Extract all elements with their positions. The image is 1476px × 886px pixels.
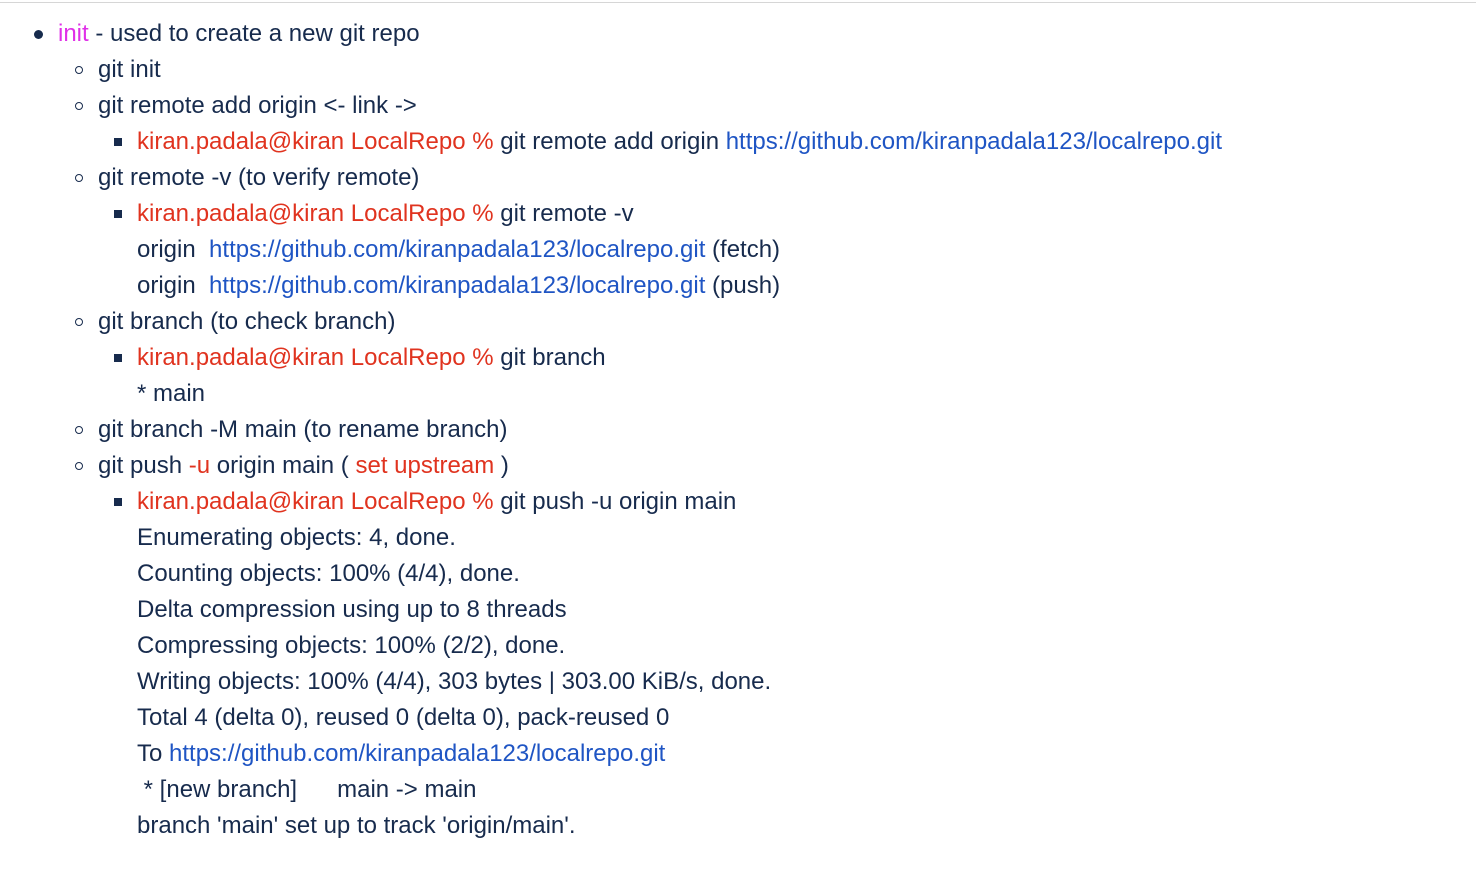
terminal-prompt: kiran.padala@kiran LocalRepo %: [137, 344, 494, 371]
bullet-square: [114, 210, 122, 218]
remote-add-example: kiran.padala@kiran LocalRepo % git remot…: [137, 124, 1222, 160]
push-middle: origin main (: [210, 452, 356, 479]
bullet-square: [114, 498, 122, 506]
push-note: set upstream: [355, 452, 495, 479]
output-prefix: origin: [137, 272, 210, 299]
repo-url-link[interactable]: https://github.com/kiranpadala123/localr…: [209, 236, 705, 263]
output-suffix: (push): [705, 272, 781, 299]
push-example: kiran.padala@kiran LocalRepo % git push …: [137, 484, 736, 520]
bullet-circle: [75, 174, 83, 182]
branch-output: * main: [137, 380, 206, 407]
bullet-circle: [75, 66, 83, 74]
terminal-command: git push -u origin main: [493, 488, 737, 515]
list-item-init: init - used to create a new git repo: [58, 16, 420, 52]
terminal-command: git branch: [493, 344, 606, 371]
top-divider: [0, 2, 1476, 3]
output-prefix: To: [137, 740, 170, 767]
push-output-line: Enumerating objects: 4, done.: [137, 524, 456, 551]
bullet-square: [114, 354, 122, 362]
push-output-line: Writing objects: 100% (4/4), 303 bytes |…: [137, 668, 772, 695]
bullet-circle: [75, 318, 83, 326]
output-suffix: (fetch): [705, 236, 781, 263]
push-prefix: git push: [98, 452, 189, 479]
init-keyword: init: [58, 20, 89, 47]
bullet-circle: [75, 102, 83, 110]
list-item-git-init: git init: [98, 56, 161, 83]
push-suffix: ): [494, 452, 509, 479]
list-item-push: git push -u origin main ( set upstream ): [98, 448, 509, 484]
list-item-remote-v: git remote -v (to verify remote): [98, 164, 420, 191]
bullet-disc: [34, 30, 43, 39]
bullet-square: [114, 138, 122, 146]
repo-url-link[interactable]: https://github.com/kiranpadala123/localr…: [209, 272, 705, 299]
terminal-prompt: kiran.padala@kiran LocalRepo %: [137, 488, 494, 515]
bullet-circle: [75, 426, 83, 434]
init-description: - used to create a new git repo: [88, 20, 420, 47]
push-output-line: Total 4 (delta 0), reused 0 (delta 0), p…: [137, 704, 670, 731]
bullet-circle: [75, 462, 83, 470]
remote-v-output-push: origin https://github.com/kiranpadala123…: [137, 268, 780, 304]
repo-url-link[interactable]: https://github.com/kiranpadala123/localr…: [726, 128, 1222, 155]
list-item-rename-branch: git branch -M main (to rename branch): [98, 416, 508, 443]
repo-url-link[interactable]: https://github.com/kiranpadala123/localr…: [169, 740, 665, 767]
push-output-tracking: branch 'main' set up to track 'origin/ma…: [137, 812, 576, 839]
push-output-line: Counting objects: 100% (4/4), done.: [137, 560, 520, 587]
terminal-prompt: kiran.padala@kiran LocalRepo %: [137, 128, 494, 155]
list-item-branch: git branch (to check branch): [98, 308, 396, 335]
branch-example: kiran.padala@kiran LocalRepo % git branc…: [137, 340, 606, 376]
push-output-to: To https://github.com/kiranpadala123/loc…: [137, 736, 665, 772]
remote-v-output-fetch: origin https://github.com/kiranpadala123…: [137, 232, 780, 268]
list-item-remote-add: git remote add origin <- link ->: [98, 92, 417, 119]
terminal-prompt: kiran.padala@kiran LocalRepo %: [137, 200, 494, 227]
output-prefix: origin: [137, 236, 210, 263]
push-output-new-branch: * [new branch] main -> main: [137, 776, 477, 803]
push-flag: -u: [188, 452, 211, 479]
remote-v-example: kiran.padala@kiran LocalRepo % git remot…: [137, 196, 634, 232]
terminal-command: git remote -v: [493, 200, 634, 227]
push-output-line: Compressing objects: 100% (2/2), done.: [137, 632, 566, 659]
terminal-command: git remote add origin: [493, 128, 726, 155]
push-output-line: Delta compression using up to 8 threads: [137, 596, 567, 623]
